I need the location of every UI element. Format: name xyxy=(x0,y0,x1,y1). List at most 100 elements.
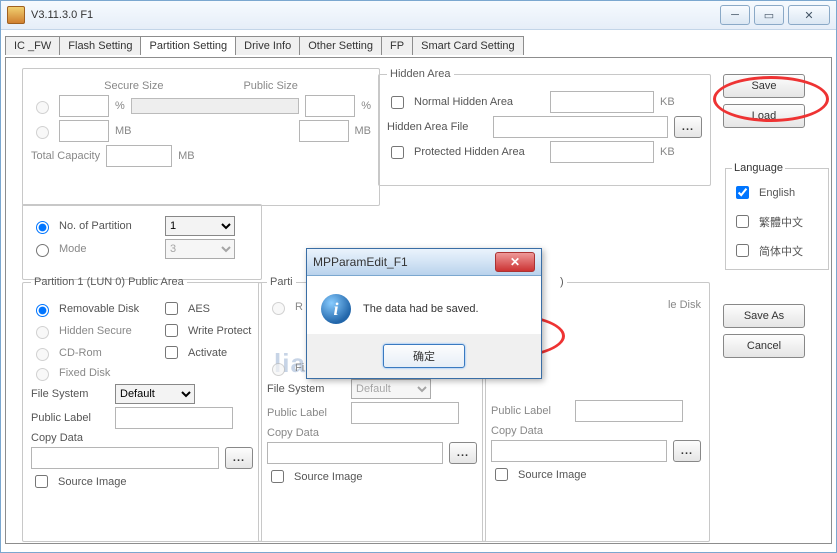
partition2-legend: Parti xyxy=(267,276,296,288)
tab-drive-info[interactable]: Drive Info xyxy=(236,36,300,55)
p1-source-image-checkbox[interactable] xyxy=(35,475,48,488)
p1-hidden-secure-radio[interactable] xyxy=(36,326,49,339)
p3-copy-data-browse-button[interactable]: ... xyxy=(673,440,701,462)
tab-ic-fw[interactable]: IC _FW xyxy=(5,36,60,55)
cancel-button[interactable]: Cancel xyxy=(723,334,805,358)
load-button[interactable]: Load xyxy=(723,104,805,128)
p2-fi-label: Fi xyxy=(295,362,304,374)
tab-partition-setting[interactable]: Partition Setting xyxy=(141,36,236,55)
p3-copy-data-input[interactable] xyxy=(491,440,667,462)
partition1-legend: Partition 1 (LUN 0) Public Area xyxy=(31,276,187,288)
p2-source-image-checkbox[interactable] xyxy=(271,470,284,483)
no-of-partition-radio[interactable] xyxy=(36,221,49,234)
lang-english-checkbox[interactable] xyxy=(736,186,749,199)
p2-copy-data-input[interactable] xyxy=(267,442,443,464)
p1-fixed-radio[interactable] xyxy=(36,368,49,381)
p2-fi-radio[interactable] xyxy=(272,363,285,376)
p1-fs-select[interactable]: Default xyxy=(115,384,195,404)
p1-hidden-secure-label: Hidden Secure xyxy=(59,325,155,337)
p1-aes-label: AES xyxy=(188,303,210,315)
pct-label-2: % xyxy=(361,100,371,112)
hidden-file-browse-button[interactable]: ... xyxy=(674,116,702,138)
hidden-file-label: Hidden Area File xyxy=(387,121,487,133)
lang-english-label: English xyxy=(759,187,795,199)
normal-hidden-kb-input[interactable] xyxy=(550,91,654,113)
protected-hidden-checkbox[interactable] xyxy=(391,146,404,159)
secure-mb-input[interactable] xyxy=(59,120,109,142)
p2-public-label-input[interactable] xyxy=(351,402,459,424)
dialog-title: MPParamEdit_F1 xyxy=(313,255,408,269)
p1-cdrom-radio[interactable] xyxy=(36,348,49,361)
p2-r-radio[interactable] xyxy=(272,302,285,315)
dialog-close-button[interactable]: ✕ xyxy=(495,252,535,272)
save-as-button[interactable]: Save As xyxy=(723,304,805,328)
info-icon: i xyxy=(321,294,351,324)
p1-public-label-label: Public Label xyxy=(31,412,109,424)
p3-copy-data-label: Copy Data xyxy=(491,425,543,437)
tab-fp[interactable]: FP xyxy=(382,36,413,55)
lang-trad-checkbox[interactable] xyxy=(736,215,749,228)
p1-removable-radio[interactable] xyxy=(36,304,49,317)
p1-copy-data-label: Copy Data xyxy=(31,432,83,444)
minimize-button[interactable]: ─ xyxy=(720,5,750,25)
p2-r-label: R xyxy=(295,301,303,313)
public-mb-input[interactable] xyxy=(299,120,349,142)
normal-hidden-label: Normal Hidden Area xyxy=(414,96,544,108)
p1-copy-data-input[interactable] xyxy=(31,447,219,469)
message-dialog: MPParamEdit_F1 ✕ i The data had be saved… xyxy=(306,248,542,379)
tab-smart-card-setting[interactable]: Smart Card Setting xyxy=(413,36,524,55)
tab-flash-setting[interactable]: Flash Setting xyxy=(60,36,141,55)
mb-label-1: MB xyxy=(115,125,132,137)
lang-trad-label: 繁體中文 xyxy=(759,214,803,230)
kb-label-1: KB xyxy=(660,96,675,108)
p1-removable-label: Removable Disk xyxy=(59,303,155,315)
public-percent-input[interactable] xyxy=(305,95,355,117)
p2-source-image-label: Source Image xyxy=(294,471,362,483)
secure-percent-input[interactable] xyxy=(59,95,109,117)
tab-other-setting[interactable]: Other Setting xyxy=(300,36,382,55)
total-capacity-input[interactable] xyxy=(106,145,172,167)
protected-hidden-kb-input[interactable] xyxy=(550,141,654,163)
save-button[interactable]: Save xyxy=(723,74,805,98)
no-of-partition-label: No. of Partition xyxy=(59,220,159,232)
dialog-ok-button[interactable]: 确定 xyxy=(383,344,465,368)
no-of-partition-select[interactable]: 1 xyxy=(165,216,235,236)
mode-radio[interactable] xyxy=(36,244,49,257)
p1-public-label-input[interactable] xyxy=(115,407,233,429)
size-slider[interactable] xyxy=(131,98,299,114)
p1-source-image-label: Source Image xyxy=(58,476,126,488)
p1-aes-checkbox[interactable] xyxy=(165,302,178,315)
size-mb-radio[interactable] xyxy=(36,126,49,139)
p1-activate-checkbox[interactable] xyxy=(165,346,178,359)
app-icon xyxy=(7,6,25,24)
p3-public-label-input[interactable] xyxy=(575,400,683,422)
p2-copy-data-browse-button[interactable]: ... xyxy=(449,442,477,464)
mode-select[interactable]: 3 xyxy=(165,239,235,259)
secure-size-label: Secure Size xyxy=(104,80,163,92)
maximize-button[interactable]: ▭ xyxy=(754,5,784,25)
p2-copy-data-label: Copy Data xyxy=(267,427,319,439)
language-legend: Language xyxy=(732,162,785,174)
pct-label-1: % xyxy=(115,100,125,112)
p1-cdrom-label: CD-Rom xyxy=(59,347,155,359)
size-percent-radio[interactable] xyxy=(36,101,49,114)
p3-le-disk-label: le Disk xyxy=(668,299,701,311)
p2-fs-select[interactable]: Default xyxy=(351,379,431,399)
hidden-file-input[interactable] xyxy=(493,116,668,138)
p1-fs-label: File System xyxy=(31,388,109,400)
lang-simp-checkbox[interactable] xyxy=(736,244,749,257)
p1-write-protect-checkbox[interactable] xyxy=(165,324,178,337)
p3-public-label-label: Public Label xyxy=(491,405,569,417)
p2-fs-label: File System xyxy=(267,383,345,395)
close-button[interactable]: ✕ xyxy=(788,5,830,25)
p1-activate-label: Activate xyxy=(188,347,227,359)
mb-label-2: MB xyxy=(355,125,372,137)
tabs: IC _FW Flash Setting Partition Setting D… xyxy=(5,36,832,54)
p1-write-protect-label: Write Protect xyxy=(188,325,251,337)
normal-hidden-checkbox[interactable] xyxy=(391,96,404,109)
protected-hidden-label: Protected Hidden Area xyxy=(414,146,544,158)
kb-label-2: KB xyxy=(660,146,675,158)
window-title: V3.11.3.0 F1 xyxy=(31,9,93,21)
p1-copy-data-browse-button[interactable]: ... xyxy=(225,447,253,469)
p3-source-image-checkbox[interactable] xyxy=(495,468,508,481)
